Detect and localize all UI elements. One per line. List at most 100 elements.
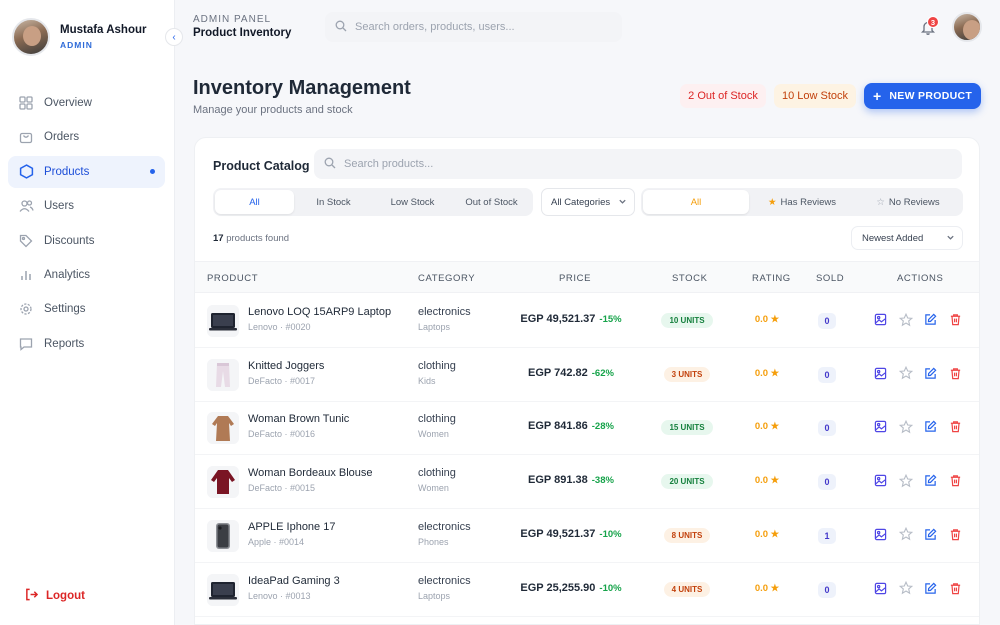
product-rating: 0.0 ★ <box>754 314 780 325</box>
product-name[interactable]: Woman Brown Tunic <box>248 413 349 425</box>
edit-icon[interactable] <box>923 366 938 381</box>
user-avatar[interactable] <box>952 12 982 42</box>
trash-icon[interactable] <box>948 473 963 488</box>
column-header-sold[interactable]: SOLD <box>816 273 844 284</box>
discount-label: -10% <box>599 528 622 540</box>
sidebar-item-overview[interactable]: Overview <box>8 87 165 119</box>
product-price: EGP 891.38 <box>528 474 588 487</box>
product-price: EGP 742.82 <box>528 366 588 379</box>
image-icon[interactable] <box>873 419 888 434</box>
table-row[interactable]: Lenovo LOQ 15ARP9 Laptop Lenovo · #0020 el… <box>195 294 979 348</box>
page-subtitle: Manage your products and stock <box>193 104 353 116</box>
trash-icon[interactable] <box>948 419 963 434</box>
image-icon[interactable] <box>873 473 888 488</box>
image-icon[interactable] <box>873 527 888 542</box>
stock-badge: 15 UNITS <box>661 420 713 436</box>
table-row[interactable]: Woman Bordeaux Blouse DeFacto · #0015 clot… <box>195 455 979 510</box>
discount-label: -10% <box>599 582 622 594</box>
product-price: EGP 25,255.90 <box>520 581 596 594</box>
column-header-product[interactable]: PRODUCT <box>207 273 258 284</box>
star-icon[interactable] <box>898 527 913 542</box>
sort-select[interactable]: Newest Added <box>851 226 963 250</box>
column-header-price[interactable]: PRICE <box>559 273 591 284</box>
profile[interactable]: Mustafa Ashour ADMIN <box>12 18 146 56</box>
edit-icon[interactable] <box>923 527 938 542</box>
product-name[interactable]: IdeaPad Gaming 3 <box>248 575 340 587</box>
star-icon[interactable] <box>898 473 913 488</box>
sidebar-item-settings[interactable]: Settings <box>8 293 165 325</box>
trash-icon[interactable] <box>948 581 963 596</box>
product-name[interactable]: Lenovo LOQ 15ARP9 Laptop <box>248 306 391 318</box>
sidebar-item-label: Settings <box>44 303 86 316</box>
product-meta: DeFacto · #0016 <box>248 429 316 440</box>
tab-low-stock[interactable]: Low Stock <box>373 190 452 214</box>
edit-icon[interactable] <box>923 581 938 596</box>
products-found: 17 products found <box>213 233 289 244</box>
tab-reviews-all[interactable]: All <box>643 190 749 214</box>
edit-icon[interactable] <box>923 473 938 488</box>
image-icon[interactable] <box>873 312 888 327</box>
product-name[interactable]: APPLE Iphone 17 <box>248 521 335 533</box>
product-search-input[interactable]: Search products... <box>314 149 962 179</box>
sold-count: 0 <box>818 313 836 329</box>
chevron-down-icon <box>946 233 955 245</box>
sidebar-item-users[interactable]: Users <box>8 190 165 222</box>
edit-icon[interactable] <box>923 419 938 434</box>
star-icon[interactable] <box>898 581 913 596</box>
column-header-rating[interactable]: RATING <box>752 273 791 284</box>
product-rating: 0.0 ★ <box>754 475 780 487</box>
global-search-input[interactable]: Search orders, products, users... <box>325 12 622 42</box>
table-row[interactable]: Woman Brown Tunic DeFacto · #0016 clothing… <box>195 401 979 456</box>
low-stock-badge[interactable]: 10 Low Stock <box>774 84 856 108</box>
row-actions <box>873 366 963 381</box>
product-price-cell: EGP 841.86 -28% <box>485 420 657 432</box>
tab-no-reviews[interactable]: ☆ No Reviews <box>855 190 961 214</box>
star-icon[interactable] <box>898 312 913 327</box>
image-icon[interactable] <box>873 581 888 596</box>
trash-icon[interactable] <box>948 312 963 327</box>
table-row[interactable]: Knitted Joggers DeFacto · #0017 clothing Ki… <box>195 348 979 402</box>
column-header-category[interactable]: CATEGORY <box>418 273 475 284</box>
tab-label: Has Reviews <box>780 196 836 208</box>
product-meta: Lenovo · #0020 <box>248 322 311 332</box>
table-row[interactable]: IdeaPad Gaming 3 Lenovo · #0013 electronic… <box>195 563 979 617</box>
logout-button[interactable]: Logout <box>25 588 85 604</box>
logout-label: Logout <box>46 590 85 602</box>
trash-icon[interactable] <box>948 527 963 542</box>
chevron-left-icon[interactable]: ‹ <box>165 28 183 46</box>
category-select[interactable]: All Categories <box>541 188 635 216</box>
catalog-title: Product Catalog <box>213 159 310 173</box>
sidebar-item-label: Discounts <box>44 234 95 247</box>
tab-has-reviews[interactable]: ★ Has Reviews <box>749 190 855 214</box>
tab-all[interactable]: All <box>215 190 294 214</box>
product-catalog-card: Product Catalog Search products... All I… <box>194 137 980 625</box>
image-icon[interactable] <box>873 366 888 381</box>
tab-out-of-stock[interactable]: Out of Stock <box>452 190 531 214</box>
column-header-stock[interactable]: STOCK <box>672 273 708 284</box>
laptop-thumbnail <box>207 573 239 606</box>
plus-icon: + <box>872 88 882 104</box>
sidebar-item-orders[interactable]: Orders <box>8 121 165 153</box>
stock-badge: 20 UNITS <box>661 474 713 490</box>
trash-icon[interactable] <box>948 366 963 381</box>
new-product-button[interactable]: + NEW PRODUCT <box>864 83 981 109</box>
tab-in-stock[interactable]: In Stock <box>294 190 373 214</box>
product-category: electronics <box>418 306 471 318</box>
breadcrumb: ADMIN PANEL <box>193 14 272 25</box>
sidebar-item-label: Overview <box>44 97 92 109</box>
table-row[interactable]: APPLE Iphone 17 Apple · #0014 electronics P… <box>195 509 979 563</box>
blouse-thumbnail <box>207 466 239 499</box>
sidebar-item-products[interactable]: Products <box>8 155 165 188</box>
star-icon[interactable] <box>898 366 913 381</box>
active-indicator <box>150 169 155 175</box>
sidebar-item-analytics[interactable]: Analytics <box>8 259 165 291</box>
star-icon[interactable] <box>898 419 913 434</box>
sidebar-item-discounts[interactable]: Discounts <box>8 225 165 257</box>
edit-icon[interactable] <box>923 312 938 327</box>
product-name[interactable]: Knitted Joggers <box>248 360 324 372</box>
tab-label: No Reviews <box>888 196 940 208</box>
product-name[interactable]: Woman Bordeaux Blouse <box>248 467 373 479</box>
out-of-stock-badge[interactable]: 2 Out of Stock <box>680 84 766 108</box>
product-price: EGP 49,521.37 <box>520 313 596 325</box>
sidebar-item-reports[interactable]: Reports <box>8 328 165 360</box>
